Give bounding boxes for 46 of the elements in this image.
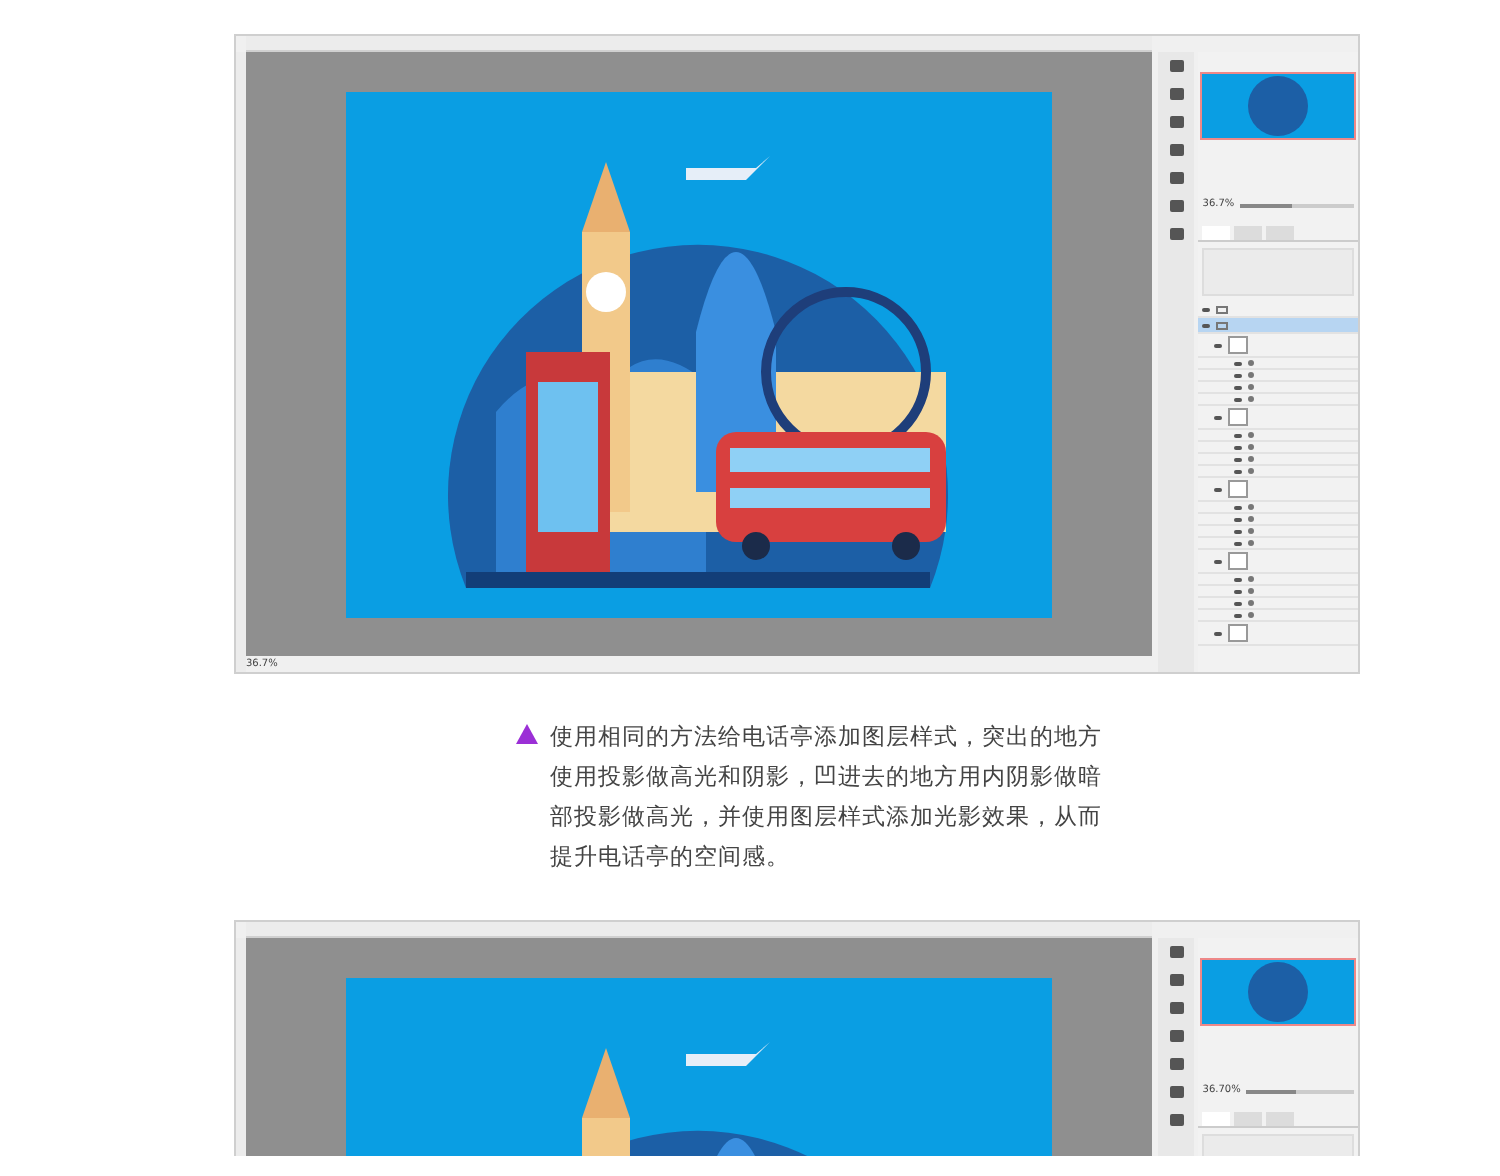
thumbnail-illustration-drawing <box>1248 962 1309 1022</box>
tool-icon[interactable] <box>1169 946 1184 958</box>
tool-icon[interactable] <box>1169 228 1184 240</box>
layer-row[interactable] <box>1198 302 1359 318</box>
layer-row[interactable] <box>1198 550 1359 574</box>
layer-row[interactable] <box>1198 454 1359 466</box>
tool-icon[interactable] <box>1169 1058 1184 1070</box>
tool-icon[interactable] <box>1169 200 1184 212</box>
thumbnail-illustration-drawing <box>1248 76 1309 136</box>
layer-row[interactable] <box>1198 526 1359 538</box>
layer-row[interactable] <box>1198 586 1359 598</box>
layer-row[interactable] <box>1198 478 1359 502</box>
tool-icon[interactable] <box>1169 1114 1184 1126</box>
layer-row[interactable] <box>1198 574 1359 586</box>
layer-row[interactable] <box>1198 598 1359 610</box>
layer-thumbnail <box>1228 552 1249 570</box>
layer-row[interactable] <box>1198 406 1359 430</box>
tool-icon[interactable] <box>1169 144 1184 156</box>
layer-row[interactable] <box>1198 334 1359 358</box>
layer-thumbnail <box>1228 480 1249 498</box>
tool-icon[interactable] <box>1169 172 1184 184</box>
tool-icon[interactable] <box>1169 88 1184 100</box>
caption-text: 使用相同的方法给电话亭添加图层样式，突出的地方使用投影做高光和阴影，凹进去的地方用内阴影做暗部投影做高光，并使用图层样式添加光影效果，从而提升电话亭的空间感。 <box>550 720 1104 874</box>
layer-row[interactable] <box>1198 370 1359 382</box>
layer-row[interactable] <box>1198 382 1359 394</box>
layer-row[interactable] <box>1198 318 1359 334</box>
tool-icon[interactable] <box>1169 974 1184 986</box>
layer-row[interactable] <box>1198 394 1359 406</box>
tool-icon[interactable] <box>1169 1030 1184 1042</box>
layer-row[interactable] <box>1198 622 1359 646</box>
layer-row[interactable] <box>1198 502 1359 514</box>
tool-icon[interactable] <box>1169 60 1184 72</box>
tool-icon[interactable] <box>1169 1086 1184 1098</box>
tool-icon[interactable] <box>1169 1002 1184 1014</box>
layer-row[interactable] <box>1198 466 1359 478</box>
layer-thumbnail <box>1228 624 1249 642</box>
layer-row[interactable] <box>1198 610 1359 622</box>
layer-row[interactable] <box>1198 430 1359 442</box>
layer-row[interactable] <box>1198 514 1359 526</box>
layer-row[interactable] <box>1198 358 1359 370</box>
layer-row[interactable] <box>1198 538 1359 550</box>
layer-thumbnail <box>1228 408 1249 426</box>
tool-icon[interactable] <box>1169 116 1184 128</box>
layer-row[interactable] <box>1198 442 1359 454</box>
layer-thumbnail <box>1228 336 1249 354</box>
triangle-bullet-icon <box>516 724 538 744</box>
